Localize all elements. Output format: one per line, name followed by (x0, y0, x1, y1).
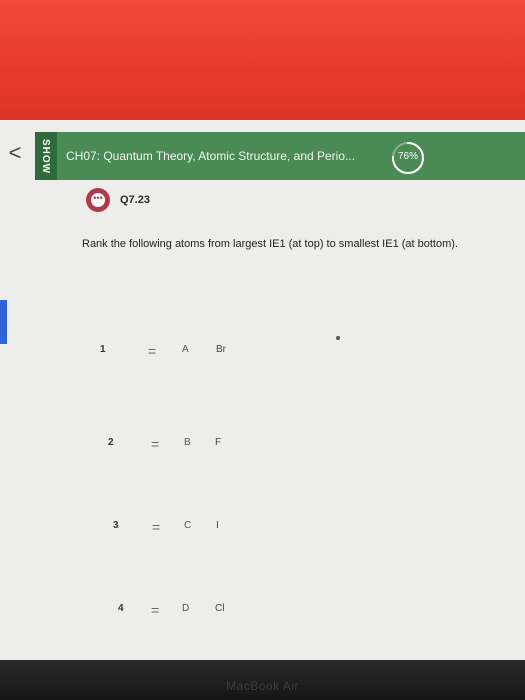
side-accent-bar (0, 300, 7, 344)
progress-percent: 76% (397, 151, 418, 162)
atom-label: F (215, 437, 222, 448)
more-icon: ••• (91, 193, 105, 207)
question-prompt: Rank the following atoms from largest IE… (82, 238, 458, 250)
screen-content-area (0, 120, 525, 675)
rank-number: 4 (118, 603, 124, 614)
ranking-row[interactable]: 2 = B F (108, 436, 248, 457)
device-label: MacBook Air (226, 679, 299, 693)
ranking-row[interactable]: 1 = A Br (100, 343, 240, 364)
rank-number: 3 (113, 520, 119, 531)
ranking-row[interactable]: 3 = C I (113, 519, 253, 540)
slot-letter: D (182, 603, 190, 614)
cursor-dot (336, 336, 340, 340)
show-tab[interactable]: SHOW (35, 132, 57, 180)
question-number: Q7.23 (120, 194, 150, 206)
slot-letter: C (184, 520, 192, 531)
drag-handle-icon[interactable]: = (151, 602, 159, 618)
rank-number: 2 (108, 437, 114, 448)
slot-letter: A (182, 344, 189, 355)
background-red-area (0, 0, 525, 120)
drag-handle-icon[interactable]: = (152, 519, 160, 535)
atom-label: Cl (215, 603, 225, 614)
atom-label: I (216, 520, 219, 531)
rank-number: 1 (100, 344, 106, 355)
chapter-title: CH07: Quantum Theory, Atomic Structure, … (66, 149, 356, 163)
back-button[interactable]: < (5, 140, 25, 166)
question-status-icon[interactable]: ••• (86, 188, 110, 212)
atom-label: Br (216, 344, 226, 355)
drag-handle-icon[interactable]: = (151, 436, 159, 452)
ranking-row[interactable]: 4 = D Cl (118, 602, 258, 623)
slot-letter: B (184, 437, 191, 448)
show-tab-label: SHOW (40, 138, 52, 174)
drag-handle-icon[interactable]: = (148, 343, 156, 359)
